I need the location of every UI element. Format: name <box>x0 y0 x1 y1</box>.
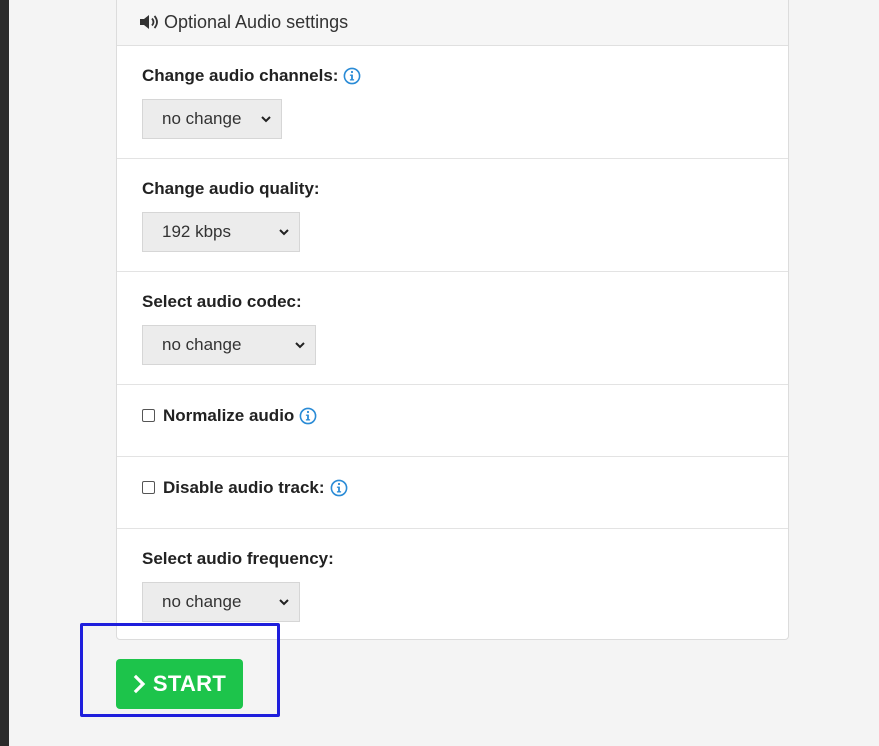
audio-settings-panel: Optional Audio settings Change audio cha… <box>116 0 789 640</box>
normalize-label[interactable]: Normalize audio <box>163 406 294 426</box>
frequency-select[interactable]: no change <box>142 582 300 622</box>
speaker-icon <box>140 15 158 29</box>
highlight-annotation-box <box>80 623 280 717</box>
panel-title: Optional Audio settings <box>164 11 349 32</box>
chevron-down-icon <box>279 599 289 606</box>
disable-track-checkbox[interactable] <box>142 480 155 494</box>
codec-select-value: no change <box>162 335 242 354</box>
quality-row: Change audio quality: 192 kbps <box>117 159 788 272</box>
panel-header: Optional Audio settings <box>117 0 788 46</box>
chevron-down-icon <box>279 229 289 236</box>
chevron-down-icon <box>261 116 271 123</box>
channels-select-value: no change <box>162 109 242 128</box>
channels-label: Change audio channels: <box>142 66 339 85</box>
frequency-select-value: no change <box>162 592 242 611</box>
info-icon[interactable] <box>343 67 361 85</box>
normalize-row: Normalize audio <box>117 385 788 457</box>
quality-select[interactable]: 192 kbps <box>142 212 300 252</box>
quality-select-value: 192 kbps <box>162 222 231 241</box>
normalize-checkbox[interactable] <box>142 408 155 422</box>
info-icon[interactable] <box>299 407 317 425</box>
info-icon[interactable] <box>330 479 348 497</box>
channels-select[interactable]: no change <box>142 99 282 139</box>
codec-row: Select audio codec: no change <box>117 272 788 385</box>
channels-row: Change audio channels: no change <box>117 46 788 159</box>
chevron-down-icon <box>295 342 305 349</box>
quality-label: Change audio quality: <box>142 179 320 198</box>
disable-track-label[interactable]: Disable audio track: <box>163 478 325 498</box>
disable-track-row: Disable audio track: <box>117 457 788 529</box>
left-edge-bar <box>0 0 9 746</box>
codec-select[interactable]: no change <box>142 325 316 365</box>
frequency-label: Select audio frequency: <box>142 549 334 568</box>
codec-label: Select audio codec: <box>142 292 302 311</box>
